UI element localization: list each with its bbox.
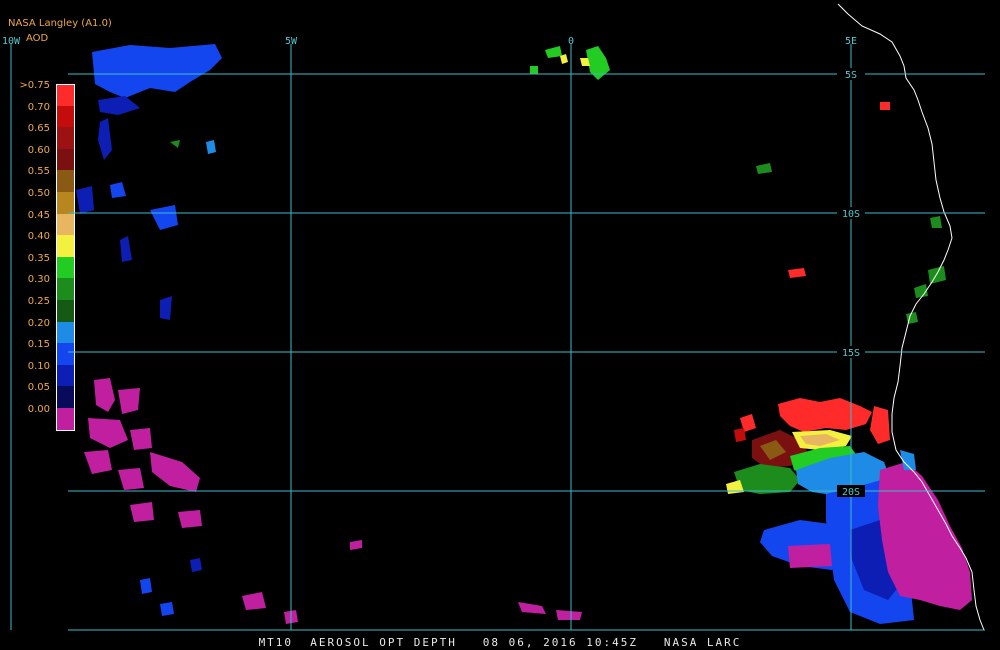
aerosol-patch	[518, 602, 546, 614]
aerosol-patch	[778, 398, 872, 432]
aerosol-patch	[76, 186, 94, 214]
longitude-label: 0	[568, 36, 574, 47]
aerosol-patch	[350, 540, 362, 550]
aerosol-patch	[556, 610, 582, 620]
aerosol-patch	[160, 296, 172, 320]
footer-caption: MT10 AEROSOL OPT DEPTH 08 06, 2016 10:45…	[258, 636, 742, 649]
aerosol-patch	[150, 452, 200, 492]
aerosol-patch	[788, 268, 806, 278]
aerosol-patch	[130, 502, 154, 522]
aerosol-patch	[530, 66, 538, 74]
latitude-label: 10S	[842, 209, 860, 220]
aerosol-patch	[930, 216, 942, 228]
longitude-label: 5W	[285, 36, 298, 47]
aerosol-patch	[120, 236, 132, 262]
map-canvas: 15W10W5W05E10E5S10S15S20S	[2, 3, 985, 631]
aerosol-patch	[118, 388, 140, 414]
aerosol-map: NASA Langley (A1.0) AOD >0.75 0.70 0.65 0.6…	[0, 0, 1000, 650]
latitude-label: 20S	[842, 487, 860, 498]
longitude-label: 10W	[2, 36, 21, 47]
aerosol-patch	[98, 118, 112, 160]
aerosol-patch	[110, 182, 126, 198]
aerosol-patch	[586, 46, 610, 80]
aerosol-patch	[178, 510, 202, 528]
latitude-label: 15S	[842, 348, 860, 359]
aerosol-patch	[928, 266, 946, 284]
aerosol-patch	[150, 205, 178, 230]
aerosol-patch	[906, 312, 918, 324]
aerosol-patch	[88, 418, 128, 448]
aerosol-patch	[170, 140, 180, 148]
aerosol-patch	[190, 558, 202, 572]
latitude-label: 5S	[845, 70, 857, 81]
longitude-label: 5E	[845, 36, 857, 47]
aerosol-patch	[734, 428, 746, 442]
aerosol-patch	[140, 578, 152, 594]
aerosol-patches	[76, 44, 972, 624]
aerosol-patch	[98, 96, 140, 115]
aerosol-patch	[756, 163, 772, 174]
aerosol-patch	[206, 140, 216, 154]
aerosol-patch	[84, 450, 112, 474]
aerosol-patch	[94, 378, 115, 412]
aerosol-patch	[130, 428, 152, 450]
aerosol-patch	[160, 602, 174, 616]
aerosol-patch	[788, 544, 832, 568]
aerosol-patch	[118, 468, 144, 490]
aerosol-patch	[92, 44, 222, 98]
aerosol-patch	[870, 406, 890, 444]
aerosol-patch	[734, 464, 800, 494]
aerosol-patch	[242, 592, 266, 610]
aerosol-patch	[545, 46, 562, 58]
aerosol-patch	[880, 102, 890, 110]
